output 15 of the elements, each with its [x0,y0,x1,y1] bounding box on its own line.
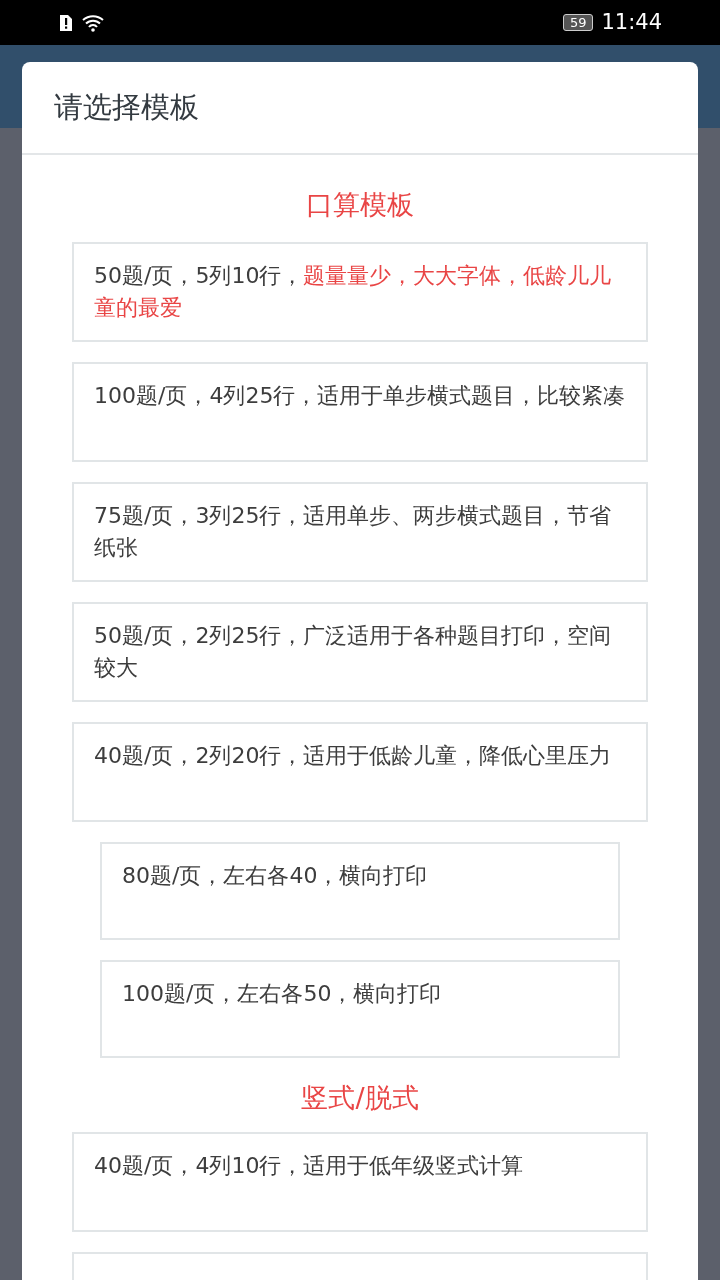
section-heading: 竖式/脱式 [300,1080,420,1115]
template-option[interactable]: 100题/页，左右各50，横向打印 [100,959,620,1058]
alert-icon [58,13,74,32]
clock: 11:44 [601,8,662,36]
section-heading: 口算模板 [305,188,415,222]
template-option[interactable]: 75题/页，3列25行，适用单步、两步横式题目，节省纸张 [72,481,648,582]
template-option[interactable]: 40题/页，2列20行，适用于低龄儿童，降低心里压力 [72,721,648,822]
template-option[interactable]: 80题/页，左右各40，横向打印 [100,841,620,940]
template-option[interactable]: 50题/页，2列25行，广泛适用于各种题目打印，空间较大 [72,601,648,702]
battery-icon: 59 [562,14,594,31]
template-option[interactable]: 40题/页，4列10行，适用于低年级竖式计算 [72,1132,648,1232]
template-option[interactable]: 100题/页，4列25行，适用于单步横式题目，比较紧凑 [72,361,648,462]
template-option[interactable]: 50题/页，5列10行，题量量少，大大字体，低龄儿儿童的最爱 [72,241,648,342]
wifi-icon [82,13,106,32]
dialog-title: 请选择模板 [54,88,199,126]
